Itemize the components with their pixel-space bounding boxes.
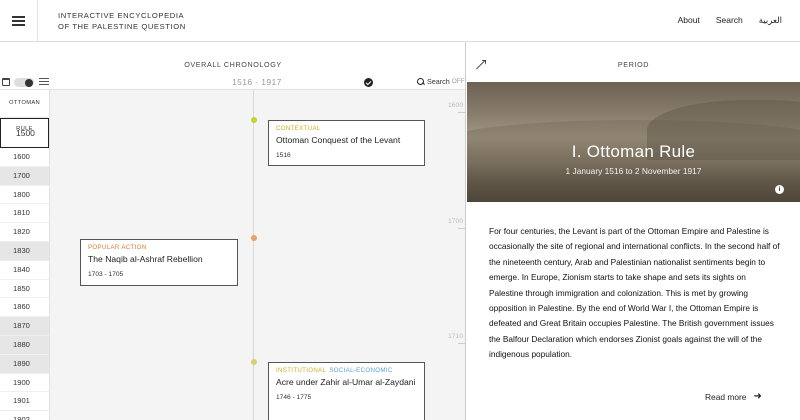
read-more-label: Read more — [705, 391, 747, 402]
nav-about-link[interactable]: About — [678, 15, 700, 26]
period-title: I. Ottoman Rule — [571, 142, 696, 161]
year-row[interactable]: 1870 — [0, 317, 49, 336]
event-dot[interactable] — [251, 235, 257, 241]
year-row[interactable]: 1810 — [0, 204, 49, 224]
timeline-tick-label: 1700 — [448, 218, 464, 225]
search-label: Search — [427, 77, 450, 86]
event-category: SOCIAL-ECONOMIC — [329, 367, 393, 374]
event-card-acre-zahir[interactable]: INSTITUTIONAL SOCIAL-ECONOMIC Acre under … — [268, 362, 425, 420]
chronology-range: 1516 - 1917 — [232, 77, 282, 87]
year-row[interactable]: 1500 — [0, 118, 49, 148]
event-title: Acre under Zahir al-Umar al-Zaydani — [276, 377, 416, 387]
timeline-tick — [458, 112, 465, 113]
year-row[interactable]: 1700 — [0, 166, 49, 186]
year-row[interactable]: 1900 — [0, 374, 49, 393]
event-dot[interactable] — [251, 359, 257, 365]
toggle-knob — [25, 78, 33, 87]
search-state: OFF — [451, 78, 465, 85]
event-category: POPULAR ACTION — [88, 244, 147, 251]
event-card-ottoman-conquest[interactable]: CONTEXTUAL Ottoman Conquest of the Levan… — [268, 120, 425, 166]
event-dot[interactable] — [251, 117, 257, 123]
event-date: 1746 - 1775 — [276, 394, 312, 401]
list-view-icon[interactable] — [39, 78, 49, 87]
top-header: INTERACTIVE ENCYCLOPEDIA OF THE PALESTIN… — [0, 0, 800, 42]
search-icon — [417, 77, 425, 86]
hamburger-icon — [12, 13, 25, 28]
year-row[interactable]: 1901 — [0, 392, 49, 412]
info-icon[interactable]: i — [775, 185, 784, 194]
logo-line-1: INTERACTIVE ENCYCLOPEDIA — [58, 11, 185, 20]
nav-search-link[interactable]: Search — [716, 15, 743, 26]
chronology-panel: OVERALL CHRONOLOGY 1516 - 1917 Search OF… — [0, 42, 466, 420]
period-dates: 1 January 1516 to 2 November 1917 — [565, 166, 702, 176]
event-title: Ottoman Conquest of the Levant — [276, 135, 401, 145]
timeline-axis — [253, 90, 254, 420]
year-row[interactable]: 1890 — [0, 354, 49, 374]
period-panel: PERIOD I. Ottoman Rule 1 January 1516 to… — [467, 42, 800, 420]
timeline-tick-label: 1710 — [448, 333, 464, 340]
year-row[interactable]: 1902 — [0, 411, 49, 420]
timeline-tick-label: 1600 — [448, 102, 464, 109]
hamburger-menu-button[interactable] — [0, 0, 38, 42]
event-card-naqib-rebellion[interactable]: POPULAR ACTION The Naqib al-Ashraf Rebel… — [80, 239, 238, 286]
nav-arabic-link[interactable]: العربية — [759, 15, 782, 26]
arrow-right-icon: ➜ — [753, 391, 762, 402]
read-more-link[interactable]: Read more ➜ — [705, 391, 762, 402]
year-column: OTTOMAN RULE 1500 1600 1700 1800 1810 18… — [0, 90, 50, 420]
event-date: 1703 - 1705 — [88, 271, 124, 278]
period-description: For four centuries, the Levant is part o… — [489, 226, 780, 360]
event-category: CONTEXTUAL — [276, 125, 321, 132]
logo-line-2: OF THE PALESTINE QUESTION — [58, 22, 186, 31]
year-row[interactable]: 1800 — [0, 186, 49, 205]
view-toggle[interactable] — [14, 78, 34, 87]
expand-icon[interactable] — [475, 60, 485, 70]
year-row[interactable]: 1830 — [0, 241, 49, 261]
main-nav: About Search العربية — [662, 15, 782, 26]
chronology-title: OVERALL CHRONOLOGY — [0, 42, 465, 74]
year-row[interactable]: 1850 — [0, 280, 49, 299]
event-categories: INSTITUTIONAL SOCIAL-ECONOMIC — [276, 367, 418, 374]
timeline-tick — [458, 228, 465, 229]
period-panel-title: PERIOD — [617, 60, 650, 69]
timeline-tick — [458, 343, 465, 344]
year-row[interactable]: 1880 — [0, 335, 49, 355]
year-row[interactable]: 1820 — [0, 223, 49, 242]
event-category: INSTITUTIONAL — [276, 367, 327, 374]
year-row[interactable]: 1840 — [0, 261, 49, 280]
site-logo[interactable]: INTERACTIVE ENCYCLOPEDIA OF THE PALESTIN… — [58, 10, 186, 32]
period-column-label: OTTOMAN RULE — [0, 90, 49, 132]
chronology-toolbar: 1516 - 1917 Search OFF — [0, 74, 465, 90]
calendar-icon[interactable] — [2, 78, 10, 86]
event-date: 1516 — [276, 152, 291, 159]
chronology-search-toggle[interactable]: Search OFF — [417, 77, 465, 86]
year-row[interactable]: 1860 — [0, 298, 49, 318]
event-title: The Naqib al-Ashraf Rebellion — [88, 254, 203, 264]
year-row[interactable]: 1600 — [0, 148, 49, 167]
check-circle-icon[interactable] — [364, 78, 373, 87]
